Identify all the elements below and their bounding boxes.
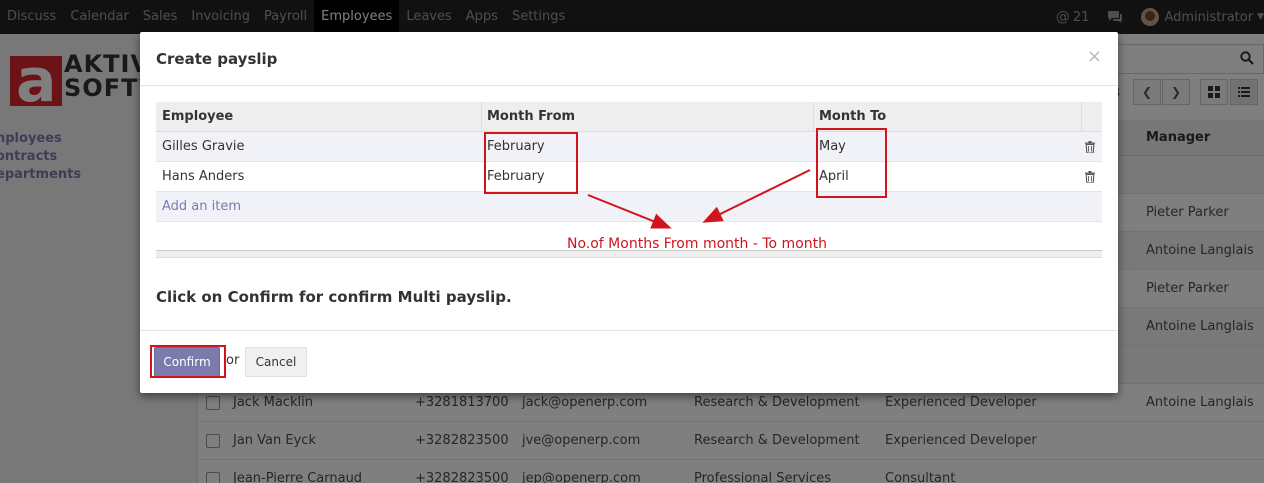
annotation-arrow-left bbox=[587, 194, 672, 229]
annotation-arrow-right bbox=[702, 169, 811, 223]
annotation-arrows bbox=[587, 169, 811, 229]
